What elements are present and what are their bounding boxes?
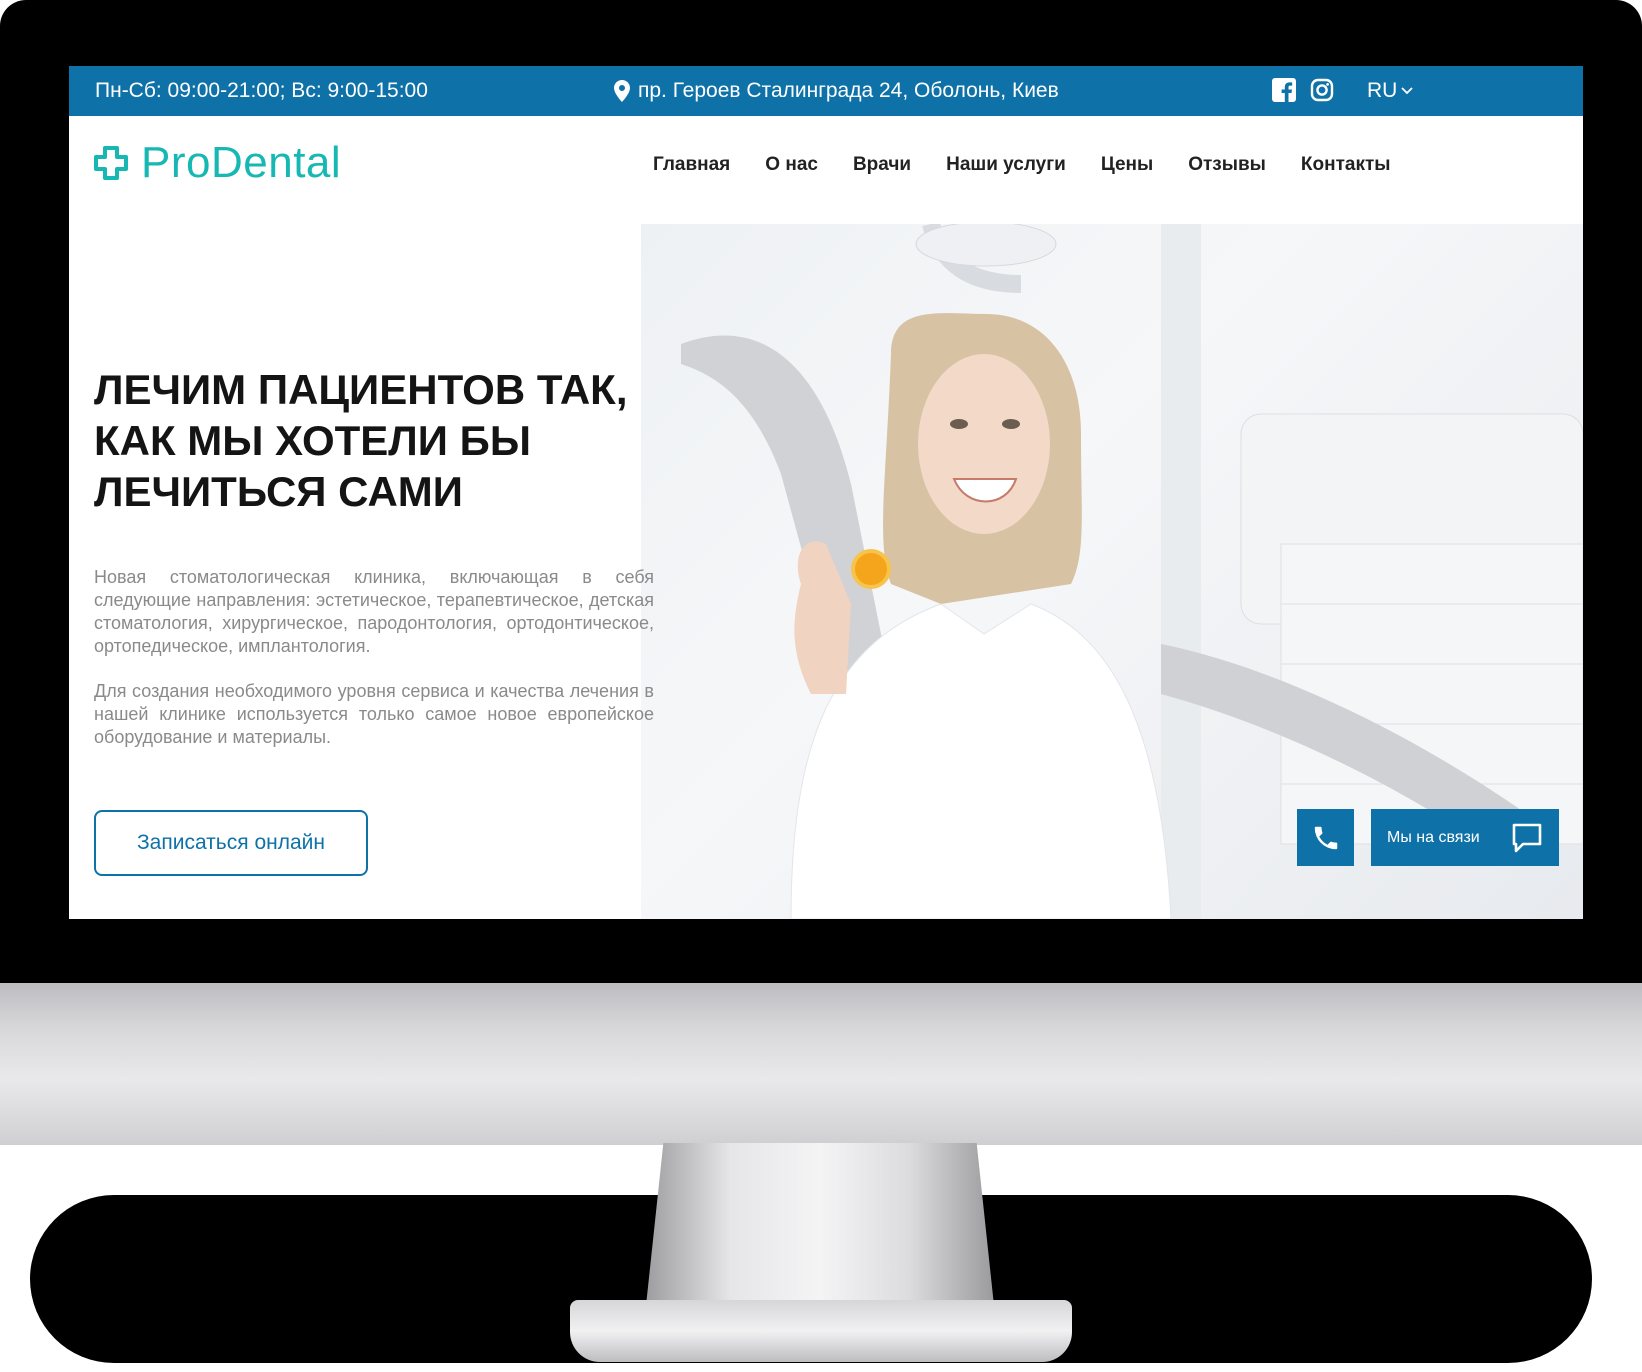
location-pin-icon (614, 80, 630, 102)
logo[interactable]: ProDental (93, 138, 341, 188)
language-code: RU (1367, 79, 1398, 102)
nav-item-services[interactable]: Наши услуги (946, 154, 1066, 176)
nav-item-reviews[interactable]: Отзывы (1188, 154, 1266, 176)
chevron-down-icon (1401, 87, 1413, 95)
tooth-cross-logo-icon (94, 146, 128, 180)
desktop-monitor-mockup: Пн-Сб: 09:00-21:00; Вс: 9:00-15:00 пр. Г… (0, 0, 1642, 1372)
language-selector[interactable]: RU (1367, 79, 1413, 103)
facebook-icon[interactable] (1272, 78, 1296, 102)
social-links (1272, 78, 1334, 102)
contact-chat-button[interactable]: Мы на связи (1371, 809, 1559, 866)
address-text: пр. Героев Сталинграда 24, Оболонь, Киев (638, 79, 1059, 102)
address-block: пр. Героев Сталинграда 24, Оболонь, Киев (614, 79, 1059, 103)
chat-bubble-icon (1512, 823, 1542, 852)
monitor-chin (0, 983, 1642, 1145)
nav-item-contacts[interactable]: Контакты (1301, 154, 1391, 176)
hero-section: ЛЕЧИМ ПАЦИЕНТОВ ТАК, КАК МЫ ХОТЕЛИ БЫ ЛЕ… (69, 224, 1583, 919)
working-hours: Пн-Сб: 09:00-21:00; Вс: 9:00-15:00 (95, 79, 428, 102)
contact-chat-label: Мы на связи (1387, 828, 1480, 846)
hero-title-line: ЛЕЧИТЬСЯ САМИ (94, 468, 463, 515)
hero-title-line: КАК МЫ ХОТЕЛИ БЫ (94, 417, 531, 464)
site-header: ProDental Главная О нас Врачи Наши услуг… (69, 116, 1583, 222)
top-info-bar: Пн-Сб: 09:00-21:00; Вс: 9:00-15:00 пр. Г… (69, 66, 1583, 116)
hero-description: Новая стоматологическая клиника, включаю… (94, 567, 654, 656)
book-online-button[interactable]: Записаться онлайн (94, 810, 368, 876)
monitor-stand-base (570, 1300, 1072, 1362)
hero-description-secondary: Для создания необходимого уровня сервиса… (94, 681, 654, 747)
hero-title-line: ЛЕЧИМ ПАЦИЕНТОВ ТАК, (94, 366, 628, 413)
phone-icon (1314, 826, 1337, 849)
instagram-icon[interactable] (1310, 78, 1334, 102)
call-button[interactable] (1297, 809, 1354, 866)
hero-title: ЛЕЧИМ ПАЦИЕНТОВ ТАК, КАК МЫ ХОТЕЛИ БЫ ЛЕ… (94, 364, 714, 517)
logo-text: ProDental (141, 138, 342, 187)
nav-item-home[interactable]: Главная (653, 154, 730, 176)
website-screen: Пн-Сб: 09:00-21:00; Вс: 9:00-15:00 пр. Г… (69, 66, 1583, 919)
nav-item-doctors[interactable]: Врачи (853, 154, 911, 176)
main-navigation: Главная О нас Врачи Наши услуги Цены Отз… (653, 154, 1390, 176)
nav-item-about[interactable]: О нас (765, 154, 818, 176)
nav-item-prices[interactable]: Цены (1101, 154, 1153, 176)
